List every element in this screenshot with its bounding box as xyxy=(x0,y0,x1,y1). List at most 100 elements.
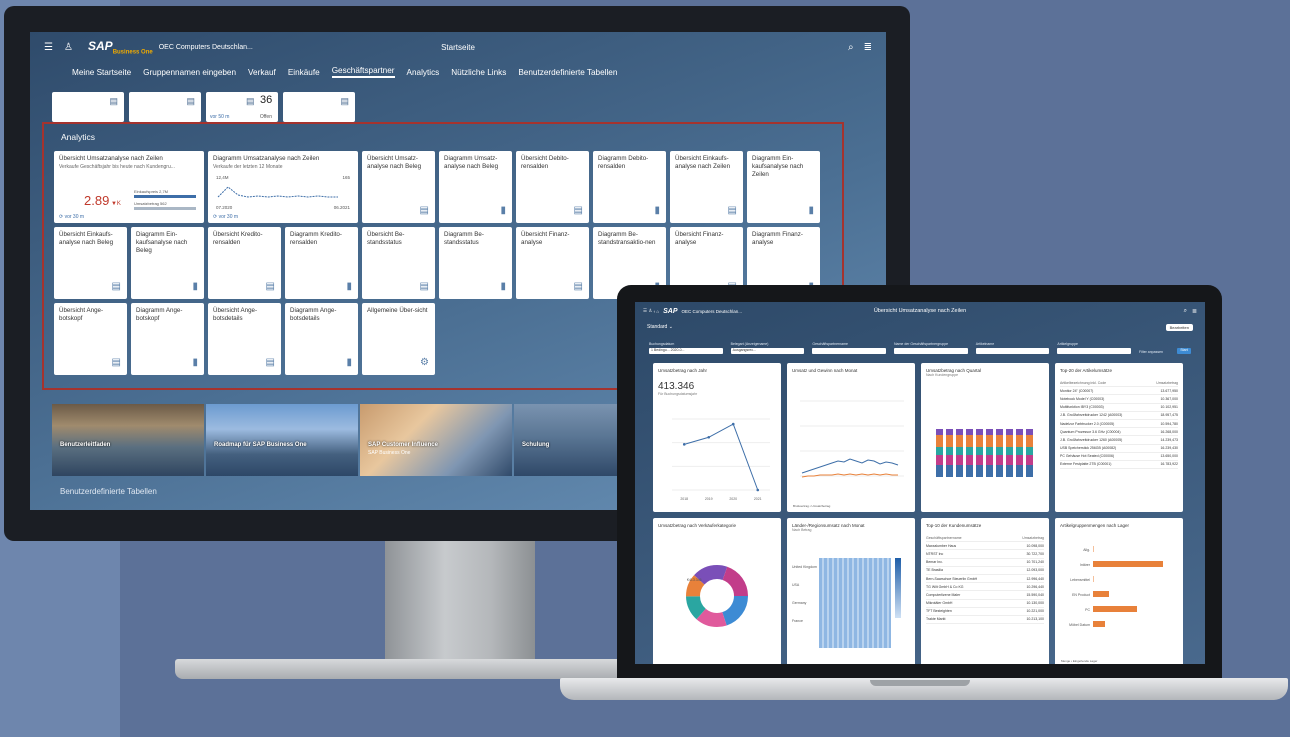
table-row[interactable]: Notebook Model Y (C00003) 10.367,000 xyxy=(1060,394,1178,404)
analytics-tile[interactable]: Übersicht Einkaufs-analyse nach Beleg ▤ xyxy=(54,227,127,299)
bar-segment[interactable] xyxy=(1006,435,1013,447)
bar[interactable] xyxy=(1093,546,1094,552)
banner-1[interactable]: Roadmap für SAP Business One xyxy=(206,404,358,476)
analytics-tile[interactable]: Diagramm Ange-botskopf ▮ xyxy=(131,303,204,375)
bar[interactable] xyxy=(1093,561,1163,567)
bar-segment[interactable] xyxy=(946,455,953,465)
card-itemgroup-warehouse[interactable]: Artikelgruppenmengen nach Lager Allg. Int… xyxy=(1055,518,1183,664)
analytics-tile[interactable]: Übersicht Finanz-analyse ▤ xyxy=(516,227,589,299)
search-icon[interactable]: ⌕ xyxy=(848,42,854,53)
analytics-tile[interactable]: Übersicht Debito-rensalden ▤ xyxy=(516,151,589,223)
bar-segment[interactable] xyxy=(936,435,943,447)
table-row[interactable]: USB Speicherstick 256GB (A00082) 16.239,4… xyxy=(1060,444,1178,453)
bar-segment[interactable] xyxy=(1026,429,1033,435)
analytics-tile[interactable]: Diagramm Ein-kaufsanalyse nach Zeilen ▮ xyxy=(747,151,820,223)
back-icon[interactable]: ‹ xyxy=(654,309,656,314)
data-point[interactable] xyxy=(682,443,686,446)
table-row[interactable]: J.B. Großfahrzeitdrucker 1260 (A00005) 14… xyxy=(1060,435,1178,445)
menu-icon[interactable]: ☰ xyxy=(643,308,647,314)
analytics-tile[interactable]: Diagramm Ange-botsdetails ▮ xyxy=(285,303,358,375)
bar-segment[interactable] xyxy=(966,465,973,477)
bar-segment[interactable] xyxy=(1006,455,1013,465)
table-row[interactable]: Computerlizene Maler 15.590,040 xyxy=(926,590,1044,600)
analytics-tile[interactable]: Diagramm Ein-kaufsanalyse nach Beleg ▮ xyxy=(131,227,204,299)
bar-segment[interactable] xyxy=(936,447,943,455)
bar-segment[interactable] xyxy=(986,435,993,447)
table-row[interactable]: Mikrotäler GmbH 10.130,000 xyxy=(926,599,1044,608)
bar-segment[interactable] xyxy=(996,429,1003,435)
filter-input[interactable] xyxy=(894,348,968,354)
tab-1[interactable]: Gruppennamen eingeben xyxy=(143,68,236,77)
bar[interactable] xyxy=(1093,621,1105,627)
tab-3[interactable]: Einkäufe xyxy=(288,68,320,77)
bar-segment[interactable] xyxy=(1026,465,1033,477)
filter-input[interactable]: 1 Bedingu... 2020-0... xyxy=(649,348,723,354)
table-row[interactable]: J.B. Großfahrzeitdrucker 1242 (A00003) 18… xyxy=(1060,411,1178,420)
bar-segment[interactable] xyxy=(986,455,993,465)
table-row[interactable]: TG Wilt GmbH & Co KG 10.296,440 xyxy=(926,582,1044,592)
variant-select[interactable]: Standard xyxy=(647,324,667,330)
chevron-down-icon[interactable]: ⌄ xyxy=(669,324,673,330)
bar-segment[interactable] xyxy=(946,435,953,447)
table-row[interactable]: Bern-Saarschoe Steuerlin GmbH 12.996,440 xyxy=(926,574,1044,584)
search-icon[interactable]: ⌕ xyxy=(1184,308,1187,315)
bar-segment[interactable] xyxy=(1026,447,1033,455)
bar-segment[interactable] xyxy=(936,465,943,477)
company-name[interactable]: OEC Computers Deutschlan... xyxy=(159,44,253,51)
bar-segment[interactable] xyxy=(956,429,963,435)
filter-adjust-link[interactable]: Filter anpassen xyxy=(1139,350,1169,354)
data-point[interactable] xyxy=(731,422,735,426)
bar-segment[interactable] xyxy=(956,447,963,455)
bar-segment[interactable] xyxy=(976,435,983,447)
go-button[interactable]: Start xyxy=(1177,348,1192,354)
analytics-tile[interactable]: Allgemeine Über-sicht ⚙ xyxy=(362,303,435,375)
top-tile[interactable]: ▤ xyxy=(129,92,201,122)
bar-segment[interactable] xyxy=(966,455,973,465)
filter-input[interactable]: Ausgangsrec... xyxy=(730,348,805,354)
banner-0[interactable]: Benutzerleitfaden xyxy=(52,404,204,476)
bar-segment[interactable] xyxy=(1026,455,1033,465)
banner-2[interactable]: SAP Customer Influence SAP Business One xyxy=(360,404,512,476)
bar-segment[interactable] xyxy=(976,465,983,477)
user-icon[interactable]: ♙ xyxy=(64,42,80,53)
top-tile[interactable]: ▤ xyxy=(52,92,124,122)
table-row[interactable]: NTRST Inc 30.722,700 xyxy=(926,549,1044,559)
bar-segment[interactable] xyxy=(986,465,993,477)
analytics-tile[interactable]: Diagramm Debito-rensalden ▮ xyxy=(593,151,666,223)
tab-4[interactable]: Geschäftspartner xyxy=(331,66,395,78)
top-tile-count[interactable]: ▤ 36 vor 50 m Offen xyxy=(206,92,278,122)
analytics-tile[interactable]: Diagramm Umsatzanalyse nach Zeilen Verkau… xyxy=(208,151,358,223)
bar-segment[interactable] xyxy=(946,447,953,455)
tab-5[interactable]: Analytics xyxy=(407,68,440,77)
bar-segment[interactable] xyxy=(1016,435,1023,447)
bar-segment[interactable] xyxy=(936,455,943,465)
bar-segment[interactable] xyxy=(1016,447,1023,455)
table-row[interactable]: Trakte Markt 10.213,100 xyxy=(926,615,1044,625)
table-row[interactable]: Externe Festplatte 2TB (C00001) 16.783,92… xyxy=(1060,460,1178,470)
user-icon[interactable]: ♙ xyxy=(648,308,652,314)
tab-0[interactable]: Meine Startseite xyxy=(72,68,131,77)
analytics-tile[interactable]: Übersicht Ange-botskopf ▤ xyxy=(54,303,127,375)
bar-segment[interactable] xyxy=(976,429,983,435)
company-name[interactable]: OEC Computers Deutschlan... xyxy=(682,309,743,314)
card-top20-items[interactable]: Top-20 der Artikelumsätze Artikelbezeich… xyxy=(1055,363,1183,512)
tab-2[interactable]: Verkauf xyxy=(248,68,276,77)
notifications-icon[interactable]: ≣ xyxy=(1192,308,1197,315)
bar-segment[interactable] xyxy=(966,429,973,435)
filter-input[interactable] xyxy=(1057,348,1132,354)
table-row[interactable]: TE Brasilia 12.093,000 xyxy=(926,566,1044,575)
table-row[interactable]: Monitor 24" (C00007) 13.677,950 xyxy=(1060,386,1178,396)
table-row[interactable]: TFT Besteighten 10.221,000 xyxy=(926,607,1044,616)
bar-segment[interactable] xyxy=(946,465,953,477)
bar-segment[interactable] xyxy=(1006,429,1013,435)
bar-segment[interactable] xyxy=(976,447,983,455)
filter-input[interactable] xyxy=(812,348,887,354)
edit-button[interactable]: Bearbeiten xyxy=(1165,323,1193,331)
bar-segment[interactable] xyxy=(986,429,993,435)
home-icon[interactable]: ⌂ xyxy=(656,309,659,314)
analytics-tile[interactable]: Übersicht Umsatz-analyse nach Beleg ▤ xyxy=(362,151,435,223)
table-row[interactable]: Quantum Prozessor 3.6 GHz (C00004) 16.268… xyxy=(1060,427,1178,437)
bar-segment[interactable] xyxy=(996,435,1003,447)
data-point[interactable] xyxy=(707,435,711,439)
tab-7[interactable]: Benutzerdefinierte Tabellen xyxy=(518,68,617,77)
